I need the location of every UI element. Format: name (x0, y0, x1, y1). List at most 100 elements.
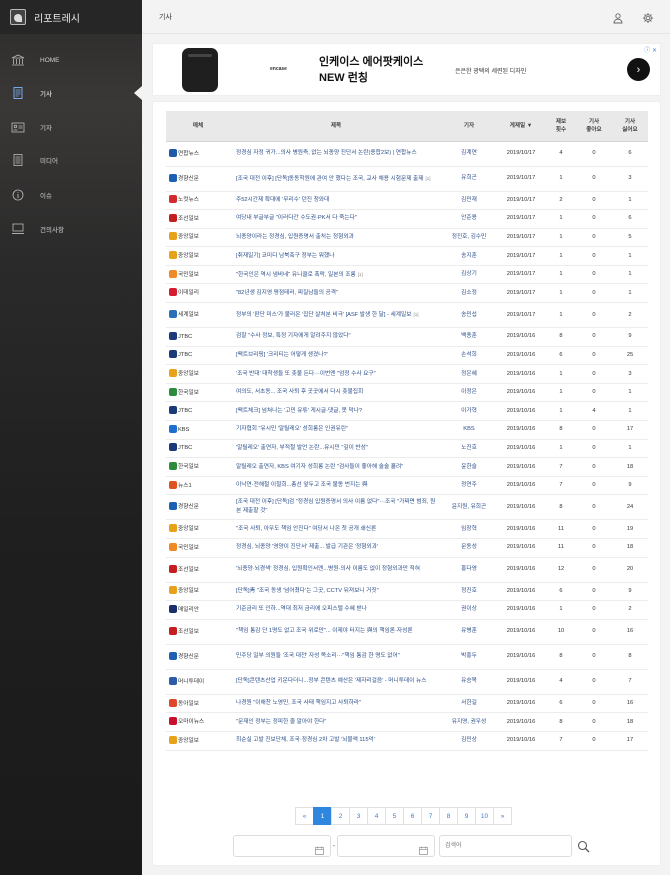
table-row[interactable]: 조선일보 여당내 부글부글 "이러다간 수도권·PK서 다 죽는다" 안준용 2019… (166, 209, 648, 229)
table-row[interactable]: 연합뉴스 정경심 자정 귀가...의사 병원측, 없는 뇌종양 진단서 논란(종합… (166, 141, 648, 167)
app-logo[interactable]: 리포트레시 (0, 0, 142, 34)
ad-choices-icon[interactable]: ⓘ ✕ (644, 45, 657, 54)
article-title-link[interactable]: [조국 대전 이후] [단독]동동학원에 관여 안 했다는 조국, 교사 채용 … (236, 176, 424, 182)
page-button-5[interactable]: 5 (385, 807, 404, 825)
article-title-link[interactable]: "조국 사퇴, 아무도 책임 안진다" 여당서 나온 첫 공개 쇄신론 (236, 526, 376, 532)
col-dislikes[interactable]: 기사 싫어요 (612, 111, 648, 142)
reporter-link[interactable]: 박홍두 (442, 644, 496, 670)
title-cell[interactable]: "문재인 정부는 정피한 줄 알아야 한다" (230, 712, 442, 732)
media-cell[interactable]: 오마이뉴스 (166, 712, 230, 732)
media-cell[interactable]: JTBC (166, 346, 230, 366)
title-cell[interactable]: "한국인은 역시 냄비네" 유니클로 폭락, 일본의 조롱 [1] (230, 265, 442, 285)
page-button-3[interactable]: 3 (349, 807, 368, 825)
title-cell[interactable]: '알릴레오' 출연자, 부적절 발언 논란...유시민 "깊이 반성" (230, 439, 442, 459)
reporter-link[interactable]: 서한길 (442, 694, 496, 714)
page-button-8[interactable]: 8 (439, 807, 458, 825)
table-row[interactable]: 중앙일보 '조국 반대' 대학생들 또 촛불 든다···이번엔 "엄정 수사 요구… (166, 364, 648, 384)
reporter-link[interactable]: 송민섭 (442, 302, 496, 329)
reporter-link[interactable]: 문동성 (442, 538, 496, 558)
reporter-link[interactable]: 안준용 (442, 209, 496, 229)
title-cell[interactable]: 최순실 고발 진보단체, 조국·정경심 2차 고발 '뇌물액 115억' (230, 731, 442, 751)
article-title-link[interactable]: 정부의 '판단 미스'가 불러온 '집단 살처분 비극' [ASF 발생 한 달… (236, 312, 411, 318)
ad-banner[interactable]: encase 인케이스 에어팟케이스 NEW 런칭 은은한 광택의 세련된 디자… (152, 43, 661, 96)
reporter-link[interactable]: 김계연 (442, 141, 496, 167)
article-title-link[interactable]: '뇌종양·뇌경색' 정경심, 입원확인서엔...병원·의사 이름도 없이 정형외… (236, 566, 420, 572)
media-cell[interactable]: 머니투데이 (166, 669, 230, 695)
article-title-link[interactable]: "82년생 김지영 평점테러, 찌질남들의 공격" (236, 290, 338, 296)
table-row[interactable]: 머니투데이 [단독]콘텐츠산업 키운다더니...정부 콘텐츠 예산은 '제자리걸음… (166, 669, 648, 695)
media-cell[interactable]: KBS (166, 420, 230, 440)
media-cell[interactable]: 중앙일보 (166, 582, 230, 602)
reporter-link[interactable]: 김민상 (442, 731, 496, 751)
media-cell[interactable]: JTBC (166, 439, 230, 459)
article-title-link[interactable]: "책임 통감 단 1명도 없고 조국 위로만"... 이제야 터지는 與의 책임… (236, 628, 413, 634)
table-row[interactable]: 이데일리 "82년생 김지영 평점테러, 찌질남들의 공격" 김소정 2019/10/… (166, 283, 648, 304)
article-title-link[interactable]: [팩트브리핑] '크리티는 어떻게 생겼나?' (236, 352, 328, 358)
media-cell[interactable]: 중앙일보 (166, 519, 230, 539)
reporter-link[interactable]: 윤한슬 (442, 457, 496, 477)
title-cell[interactable]: [팩트체크] 넘쳐나는 '고민 유튜' 게시글·댓글, 못 막나? (230, 401, 442, 422)
reporter-link[interactable]: 권이상 (442, 600, 496, 620)
article-title-link[interactable]: 뇌종양이라는 정경심, 입원증명서 출처는 정형외과 (236, 234, 354, 240)
start-date-field[interactable] (233, 835, 331, 857)
title-cell[interactable]: "책임 통감 단 1명도 없고 조국 위로만"... 이제야 터지는 與의 책임… (230, 619, 442, 645)
media-cell[interactable]: 동아일보 (166, 694, 230, 714)
table-row[interactable]: 동아일보 나경원 "이해찬 노영민, 조국 사태 책임지고 사퇴하라" 서한길 201… (166, 694, 648, 714)
reporter-link[interactable]: 홍다영 (442, 557, 496, 583)
table-row[interactable]: 국민일보 "한국인은 역시 냄비네" 유니클로 폭락, 일본의 조롱 [1] 김상기 2… (166, 265, 648, 285)
col-reporter[interactable]: 기자 (442, 111, 496, 142)
media-cell[interactable]: 경향신문 (166, 494, 230, 521)
table-row[interactable]: 경향신문 [조국 대전 이후] [단독]동동학원에 관여 안 했다는 조국, 교사… (166, 166, 648, 192)
title-cell[interactable]: "82년생 김지영 평점테러, 찌질남들의 공격" (230, 283, 442, 304)
article-title-link[interactable]: [팩트체크] 넘쳐나는 '고민 유튜' 게시글·댓글, 못 막나? (236, 408, 362, 414)
article-title-link[interactable]: 민주당 일부 의원들 '조국 대전' 자성 목소리···"책임 통감 한 명도 … (236, 653, 400, 659)
reporter-link[interactable]: 정연주 (442, 476, 496, 496)
table-row[interactable]: 중앙일보 "조국 사퇴, 아무도 책임 안진다" 여당서 나온 첫 공개 쇄신론 임… (166, 519, 648, 539)
reporter-link[interactable]: 정진호 (442, 582, 496, 602)
article-title-link[interactable]: "한국인은 역시 냄비네" 유니클로 폭락, 일본의 조롱 (236, 272, 356, 278)
title-cell[interactable]: [단독]콘텐츠산업 키운다더니...정부 콘텐츠 예산은 '제자리걸음' - 머… (230, 669, 442, 695)
article-title-link[interactable]: 정경심, 뇌종양 '영양이 진단서' 제출... 발급 기관은 '정형외과' (236, 544, 378, 550)
table-row[interactable]: 중앙일보 최순실 고발 진보단체, 조국·정경심 2차 고발 '뇌물액 115억'… (166, 731, 648, 751)
table-row[interactable]: 세계일보 정부의 '판단 미스'가 불러온 '집단 살처분 비극' [ASF 발생… (166, 302, 648, 329)
gear-icon[interactable] (642, 11, 654, 23)
reporter-link[interactable]: 김민재 (442, 191, 496, 211)
media-cell[interactable]: 경향신문 (166, 644, 230, 670)
title-cell[interactable]: [조국 대전 이후] [단독]검 "정경심 입원증명서 의사 이름 없다"···… (230, 494, 442, 521)
reporter-link[interactable]: 손석희 (442, 346, 496, 366)
table-row[interactable]: 경향신문 민주당 일부 의원들 '조국 대전' 자성 목소리···"책임 통감 한… (166, 644, 648, 670)
reporter-link[interactable]: 이정은 (442, 383, 496, 403)
ad-go-button[interactable]: › (627, 58, 650, 81)
article-title-link[interactable]: 나경원 "이해찬 노영민, 조국 사태 책임지고 사퇴하라" (236, 700, 361, 706)
article-title-link[interactable]: [단독]콘텐츠산업 키운다더니...정부 콘텐츠 예산은 '제자리걸음' - 머… (236, 678, 426, 684)
article-title-link[interactable]: 기자협회 "유시민 '알릴레오' 성희롱은 인권유린" (236, 426, 348, 432)
reporter-link[interactable]: 정진호, 김수민 (442, 228, 496, 248)
pager-prev-button[interactable]: « (295, 807, 314, 825)
title-cell[interactable]: 정경심 자정 귀가...의사 병원측, 없는 뇌종양 진단서 논란(종합2보) … (230, 141, 442, 167)
table-row[interactable]: 오마이뉴스 "문재인 정부는 정피한 줄 알아야 한다" 유지영, 권우성 2019/… (166, 712, 648, 732)
title-cell[interactable]: [취재일기] 코미디 남북축구 정부는 뭐했나 (230, 246, 442, 266)
table-row[interactable]: 조선일보 "책임 통감 단 1명도 없고 조국 위로만"... 이제야 터지는 與… (166, 619, 648, 645)
article-title-link[interactable]: '조국 반대' 대학생들 또 촛불 든다···이번엔 "엄정 수사 요구" (236, 371, 376, 377)
article-title-link[interactable]: [단독]靑 "조국 동생 '넘어졌다'는 그곳, CCTV 뒤져보니 거짓" (236, 588, 379, 594)
title-cell[interactable]: '조국 반대' 대학생들 또 촛불 든다···이번엔 "엄정 수사 요구" (230, 364, 442, 384)
reporter-link[interactable]: 유지영, 권우성 (442, 712, 496, 732)
nav-item-5[interactable]: 건의사항 (0, 216, 142, 242)
page-button-6[interactable]: 6 (403, 807, 422, 825)
table-row[interactable]: 중앙일보 [취재일기] 코미디 남북축구 정부는 뭐했나 송지훈 2019/10/17… (166, 246, 648, 266)
article-title-link[interactable]: [취재일기] 코미디 남북축구 정부는 뭐했나 (236, 253, 334, 259)
page-button-4[interactable]: 4 (367, 807, 386, 825)
page-button-10[interactable]: 10 (475, 807, 494, 825)
media-cell[interactable]: 한국일보 (166, 383, 230, 403)
table-row[interactable]: 한국일보 여의도, 서초동... 조국 사퇴 후 곳곳에서 다시 촛불집회 이정은 2… (166, 383, 648, 403)
nav-item-4[interactable]: 이슈 (0, 182, 142, 208)
title-cell[interactable]: "조국 사퇴, 아무도 책임 안진다" 여당서 나온 첫 공개 쇄신론 (230, 519, 442, 539)
col-likes[interactable]: 기사 좋아요 (576, 111, 612, 142)
table-row[interactable]: 노컷뉴스 주52시간제 확대에 '무리수' 던진 청와대 김민재 2019/10/17… (166, 191, 648, 211)
table-row[interactable]: KBS 기자협회 "유시민 '알릴레오' 성희롱은 인권유린" KBS 2019/10… (166, 420, 648, 440)
title-cell[interactable]: 기준금리 또 인하...역대 최저 금리에 오피스텔 수혜 받나 (230, 600, 442, 620)
reporter-link[interactable]: 김상기 (442, 265, 496, 285)
table-row[interactable]: 경향신문 [조국 대전 이후] [단독]검 "정경심 입원증명서 의사 이름 없다… (166, 494, 648, 521)
search-icon[interactable] (577, 840, 590, 853)
table-row[interactable]: 한국일보 알릴레오 출연자, KBS 여기자 성희롱 논란 "검사들이 좋아해 술… (166, 457, 648, 477)
